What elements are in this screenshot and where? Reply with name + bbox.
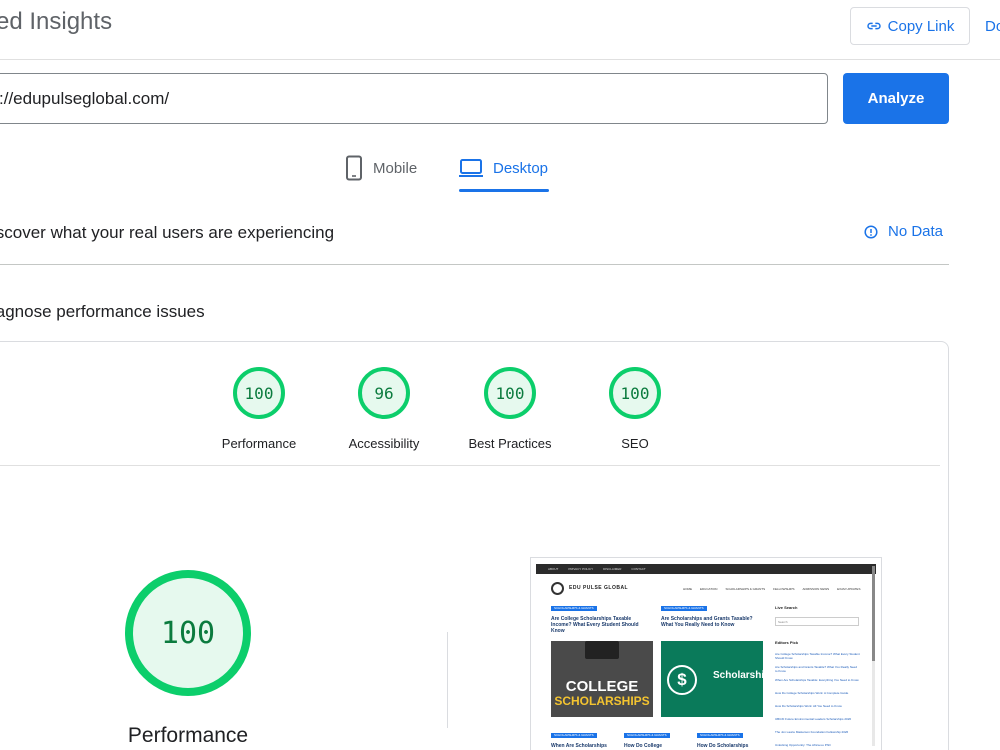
thumb-sidebar-link: The Jon Laurie Masterson Foundation Fell… — [775, 730, 849, 734]
thumb-sidebar-link: Are Scholarships and Grants Taxable? Wha… — [775, 665, 857, 674]
tab-desktop[interactable]: Desktop — [459, 152, 548, 184]
score-circle: 100 — [609, 367, 661, 419]
vertical-divider — [447, 632, 448, 728]
thumb-nav-item: EXAM UPDATES — [837, 587, 861, 591]
thumb-sidebar-heading: Live Search — [775, 605, 798, 610]
score-label: Accessibility — [348, 436, 420, 451]
graduation-cap-icon — [585, 641, 619, 659]
smartphone-icon — [346, 155, 362, 181]
score-label: Best Practices — [468, 436, 552, 451]
url-input[interactable] — [0, 73, 828, 124]
thumb-nav-item: SCHOLARSHIPS & GRANTS — [725, 587, 766, 591]
link-icon — [866, 22, 881, 30]
thumb-sidebar-link: Unlocking Opportunity: The Africa-Lu PhD — [775, 743, 831, 747]
thumb-sidebar-link: How Do College Scholarships Work: A Comp… — [775, 691, 849, 695]
thumb-sidebar-heading: Editors Pick — [775, 640, 799, 645]
copy-link-button[interactable]: Copy Link — [850, 7, 970, 45]
score-gauge-best-practices[interactable]: 100 Best Practices — [440, 367, 580, 451]
thumb-topbar-item: CONTACT — [631, 567, 646, 571]
performance-score-label: Performance — [127, 724, 249, 747]
thumb-topbar-item: PRIVACY POLICY — [568, 567, 594, 571]
thumb-post-title: How Do Scholarships — [697, 743, 749, 749]
thumb-nav-item: FELLOWSHIPS — [773, 587, 795, 591]
thumb-category-tag: SCHOLARSHIPS & GRANTS — [551, 733, 597, 738]
app-title: ed Insights — [0, 8, 113, 35]
thumb-category-tag: SCHOLARSHIPS & GRANTS — [661, 606, 707, 611]
score-gauge-seo[interactable]: 100 SEO — [565, 367, 705, 451]
thumb-post-title: Are College Scholarships Taxable Income?… — [551, 616, 639, 634]
thumb-nav-item: ADMISSION NEWS — [802, 587, 830, 591]
tab-mobile[interactable]: Mobile — [345, 152, 417, 184]
top-header: ed Insights Copy Link Do — [0, 0, 1000, 60]
crux-heading: iscover what your real users are experie… — [0, 223, 335, 242]
score-circle: 100 — [484, 367, 536, 419]
score-label: Performance — [221, 436, 297, 451]
thumb-topbar-item: DISCLAIMER — [603, 567, 622, 571]
thumb-sidebar-link: When Are Scholarships Taxable: Everythin… — [775, 678, 859, 682]
tab-desktop-label: Desktop — [493, 159, 549, 177]
page-screenshot-thumbnail: ABOUT PRIVACY POLICY DISCLAIMER CONTACT … — [530, 557, 882, 750]
thumb-image-text: COLLEGE — [565, 678, 639, 695]
thumb-scrollbar-thumb — [872, 566, 875, 661]
thumb-logo: EDU PULSE GLOBAL — [569, 585, 629, 591]
tab-mobile-label: Mobile — [373, 159, 418, 177]
thumb-post-title: How Do College — [624, 743, 663, 749]
section-divider — [0, 264, 949, 265]
docs-link[interactable]: Do — [985, 18, 1000, 35]
info-icon — [864, 224, 878, 239]
no-data-status[interactable]: No Data — [864, 223, 943, 240]
dollar-icon: $ — [667, 665, 697, 695]
thumb-category-tag: SCHOLARSHIPS & GRANTS — [551, 606, 597, 611]
thumb-post-title: Are Scholarships and Grants Taxable? Wha… — [661, 616, 753, 628]
thumb-sidebar-link: How Do Scholarships Work: All You Need t… — [775, 704, 842, 708]
thumb-image-text: SCHOLARSHIPS — [554, 694, 650, 708]
thumb-category-tag: SCHOLARSHIPS & GRANTS — [624, 733, 670, 738]
thumb-category-tag: SCHOLARSHIPS & GRANTS — [697, 733, 743, 738]
thumb-search-box: Search — [775, 617, 859, 626]
performance-score-gauge: 100 — [125, 570, 251, 696]
gauges-divider — [0, 465, 940, 466]
diagnose-heading: iagnose performance issues — [0, 302, 205, 321]
thumb-sidebar-link: Are College Scholarships Taxable Income?… — [775, 652, 860, 661]
laptop-icon — [459, 159, 483, 177]
thumb-image-scholarship: $ Scholarshi and Gran — [661, 641, 811, 717]
score-label: SEO — [621, 436, 649, 451]
score-gauge-accessibility[interactable]: 96 Accessibility — [314, 367, 454, 451]
thumb-nav-item: HOME — [683, 587, 692, 591]
copy-link-label: Copy Link — [887, 17, 955, 35]
tab-active-indicator — [459, 189, 549, 192]
thumb-image-college: COLLEGE SCHOLARSHIPS — [551, 641, 653, 717]
no-data-label: No Data — [888, 223, 944, 240]
score-circle: 100 — [233, 367, 285, 419]
thumb-nav-item: EDUCATION — [700, 587, 718, 591]
thumb-topbar: ABOUT PRIVACY POLICY DISCLAIMER CONTACT — [536, 564, 876, 574]
thumb-sidebar-link: UBC/D Future Environmental Leaders Schol… — [775, 717, 852, 721]
score-circle: 96 — [358, 367, 410, 419]
thumb-logo-icon — [551, 582, 564, 595]
thumb-nav: HOME EDUCATION SCHOLARSHIPS & GRANTS FEL… — [683, 587, 860, 591]
thumb-topbar-item: ABOUT — [548, 567, 559, 571]
score-gauge-performance[interactable]: 100 Performance — [189, 367, 329, 451]
analyze-button[interactable]: Analyze — [843, 73, 949, 124]
thumb-post-title: When Are Scholarships — [551, 743, 607, 749]
